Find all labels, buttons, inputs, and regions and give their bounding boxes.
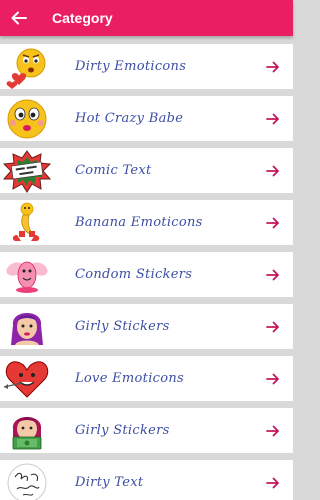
- dirty-emoticon-icon: [0, 44, 54, 89]
- category-list[interactable]: Dirty Emoticons Hot Crazy Babe Comic Tex…: [0, 36, 293, 500]
- arrow-right-icon[interactable]: [253, 252, 293, 297]
- banana-emoticon-icon: [0, 200, 54, 245]
- arrow-right-icon[interactable]: [253, 96, 293, 141]
- category-label: Love Emoticons: [75, 371, 185, 386]
- arrow-left-icon: [11, 11, 27, 25]
- arrow-right-icon[interactable]: [253, 356, 293, 401]
- back-button[interactable]: [0, 0, 38, 36]
- arrow-right-icon[interactable]: [253, 460, 293, 500]
- category-label: Hot Crazy Babe: [75, 111, 184, 126]
- girly-sticker-icon: [0, 304, 54, 349]
- arrow-right-icon[interactable]: [253, 304, 293, 349]
- category-label: Condom Stickers: [75, 267, 193, 282]
- category-row-hot-crazy-babe[interactable]: Hot Crazy Babe: [0, 96, 293, 141]
- arrow-right-icon[interactable]: [253, 44, 293, 89]
- category-row-dirty-text[interactable]: Dirty Text: [0, 460, 293, 500]
- category-label: Girly Stickers: [75, 423, 170, 438]
- page-title: Category: [52, 10, 113, 26]
- category-row-comic-text[interactable]: Comic Text: [0, 148, 293, 193]
- condom-sticker-icon: [0, 252, 54, 297]
- arrow-right-icon[interactable]: [253, 200, 293, 245]
- app-bar: Category: [0, 0, 293, 36]
- category-row-condom-stickers[interactable]: Condom Stickers: [0, 252, 293, 297]
- crazy-babe-emoji-icon: [0, 96, 54, 141]
- category-label: Dirty Emoticons: [75, 59, 187, 74]
- category-label: Comic Text: [75, 163, 152, 178]
- girly-sticker-money-icon: [0, 408, 54, 453]
- category-row-dirty-emoticons[interactable]: Dirty Emoticons: [0, 44, 293, 89]
- love-heart-icon: [0, 356, 54, 401]
- category-row-girly-stickers-2[interactable]: Girly Stickers: [0, 408, 293, 453]
- arrow-right-icon[interactable]: [253, 408, 293, 453]
- category-row-banana-emoticons[interactable]: Banana Emoticons: [0, 200, 293, 245]
- category-label: Girly Stickers: [75, 319, 170, 334]
- category-row-love-emoticons[interactable]: Love Emoticons: [0, 356, 293, 401]
- category-label: Dirty Text: [75, 475, 144, 490]
- arrow-right-icon[interactable]: [253, 148, 293, 193]
- category-row-girly-stickers[interactable]: Girly Stickers: [0, 304, 293, 349]
- beer-time-comic-icon: [0, 148, 54, 193]
- category-label: Banana Emoticons: [75, 215, 203, 230]
- dirty-text-icon: [0, 460, 54, 500]
